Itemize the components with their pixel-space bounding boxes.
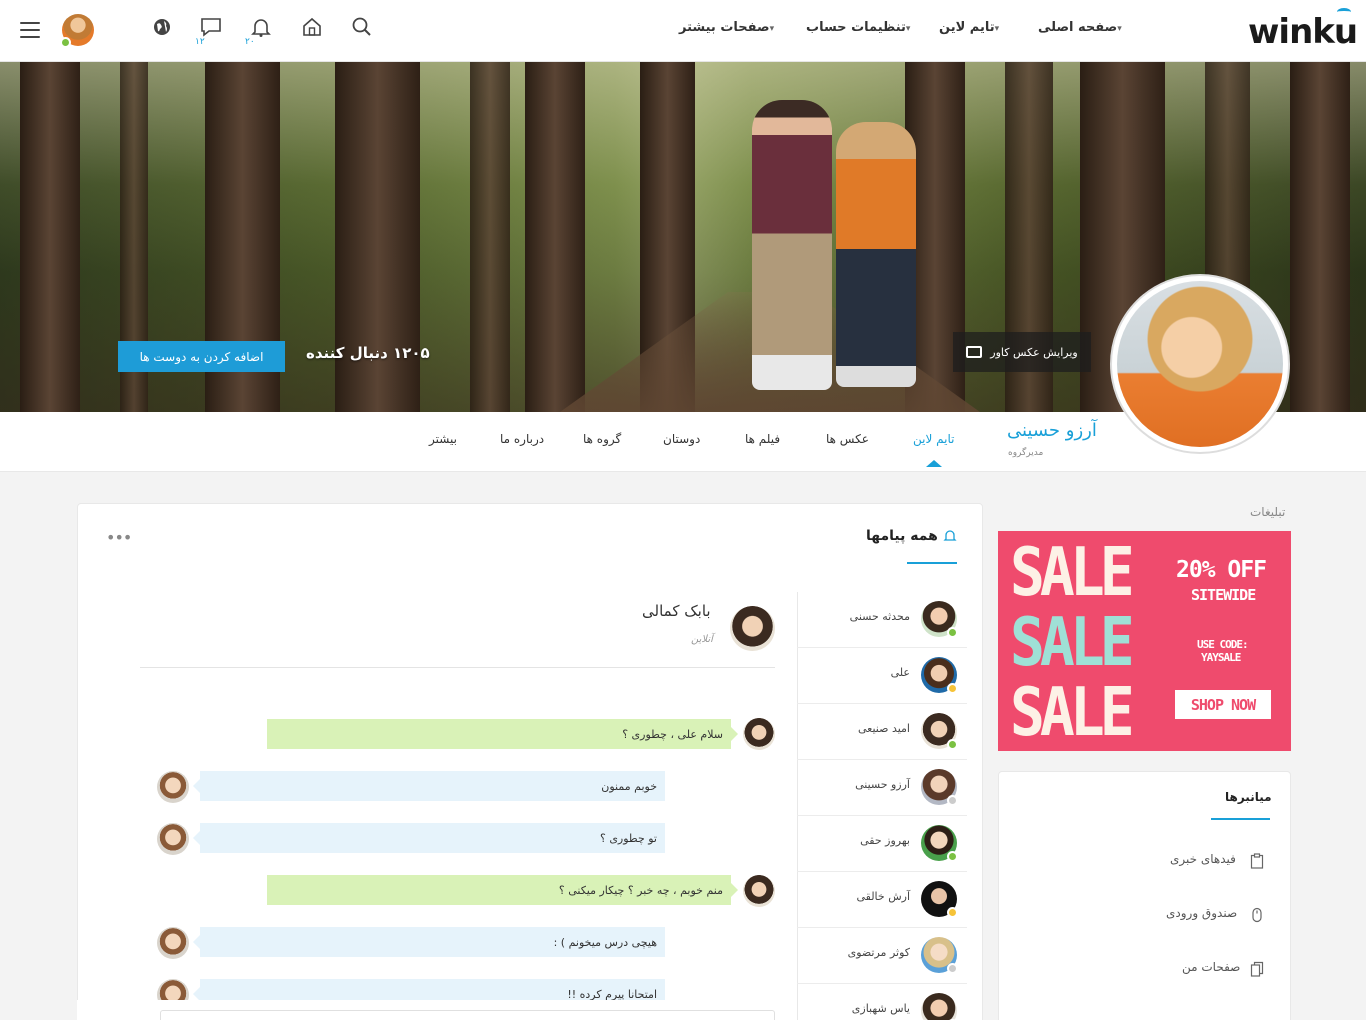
tab-photos[interactable]: عکس ها [826, 432, 869, 446]
message-avatar [157, 927, 189, 959]
contact-name: آرزو حسینی [855, 778, 910, 791]
chevron-down-icon: ▾ [769, 24, 775, 34]
contact-item[interactable]: آرش خالقی [797, 872, 967, 928]
status-dot [947, 627, 958, 638]
chat-partner-avatar [730, 606, 775, 651]
menu-home[interactable]: ▾صفحه اصلی [1038, 20, 1128, 35]
menu-more-pages[interactable]: ▾صفحات بیشتر [679, 20, 780, 35]
message-bubble-received: خوبم ممنون [193, 771, 665, 801]
notifications-badge: ۲۰ [245, 37, 255, 47]
contact-item[interactable]: امید صنیعی [797, 704, 967, 760]
message-avatar [743, 718, 775, 750]
contact-name: امید صنیعی [858, 722, 910, 735]
add-friend-button[interactable]: اضافه کردن به دوست ها [118, 341, 285, 372]
bell-icon[interactable] [250, 16, 272, 38]
ad-sitewide: SITEWIDE [1191, 586, 1256, 604]
shortcut-my-pages[interactable]: صفحات من [1182, 960, 1240, 974]
contact-item[interactable]: بهروز حقی [797, 816, 967, 872]
camera-icon [966, 346, 983, 358]
message-bubble-sent: منم خوبم ، چه خبر ؟ چیکار میکنی ؟ [267, 875, 738, 905]
contact-name: آرش خالقی [856, 890, 910, 903]
profile-role: مدیرگروه [1008, 448, 1044, 458]
shortcut-inbox[interactable]: صندوق ورودی [1166, 906, 1237, 920]
followers-count: ۱۲۰۵ دنبال کننده [306, 344, 430, 362]
chat-partner-status: آنلاین [691, 634, 713, 645]
sale-text: SALE [1010, 533, 1135, 612]
title-underline [907, 562, 957, 564]
contact-item[interactable]: آرزو حسینی [797, 760, 967, 816]
messages-title: همه پیامها [866, 528, 938, 544]
tab-groups[interactable]: گروه ها [583, 432, 621, 446]
active-tab-indicator [926, 460, 942, 467]
status-dot [947, 963, 958, 974]
globe-icon[interactable] [151, 16, 173, 38]
divider [140, 667, 775, 668]
home-icon[interactable] [301, 16, 323, 38]
status-dot [947, 683, 958, 694]
message-bubble-received: تو چطوری ؟ [193, 823, 665, 853]
shortcuts-title: میانبرها [1225, 790, 1272, 804]
contact-item[interactable]: محدثه حسنی [797, 592, 967, 648]
ad-code: YAYSALE [1201, 651, 1241, 664]
message-avatar [157, 823, 189, 855]
ad-discount: 20% OFF [1176, 557, 1267, 583]
sale-text: SALE [1010, 603, 1135, 682]
chevron-down-icon: ▾ [1117, 24, 1122, 34]
bell-icon [943, 530, 957, 541]
chevron-down-icon: ▾ [994, 24, 1000, 34]
sale-text: SALE [1010, 673, 1135, 751]
status-dot [947, 907, 958, 918]
messages-badge: ۱۲ [195, 37, 205, 47]
contact-name: علی [890, 666, 910, 679]
user-avatar[interactable] [60, 14, 94, 48]
contact-name: بهروز حقی [860, 834, 910, 847]
shortcut-news-feed[interactable]: فیدهای خبری [1170, 852, 1236, 866]
menu-icon[interactable] [20, 22, 40, 38]
online-status-dot [60, 37, 71, 48]
profile-name: آرزو حسینی [1007, 420, 1097, 441]
tab-more[interactable]: بیشتر [429, 432, 457, 446]
edit-cover-button[interactable]: ویرایش عکس کاور [953, 332, 1091, 372]
status-dot [947, 851, 958, 862]
search-icon[interactable] [351, 16, 373, 38]
tab-about[interactable]: درباره ما [500, 432, 544, 446]
message-bubble-received: هیچی درس میخونم ) : [193, 927, 665, 957]
message-input[interactable] [160, 1010, 775, 1020]
status-dot [947, 795, 958, 806]
message-avatar [743, 875, 775, 907]
logo[interactable]: winku [1248, 8, 1358, 52]
chevron-down-icon: ▾ [905, 24, 911, 34]
shop-now-button[interactable]: SHOP NOW [1175, 690, 1271, 719]
tab-friends[interactable]: دوستان [663, 432, 700, 446]
ad-code-label: USE CODE: [1197, 638, 1249, 651]
clipboard-icon [1250, 853, 1264, 869]
mouse-icon [1252, 907, 1262, 923]
ads-label: تبلیغات [1250, 505, 1286, 519]
more-options-icon[interactable]: ••• [106, 528, 132, 547]
contact-item[interactable]: علی [797, 648, 967, 704]
contact-avatar [921, 993, 957, 1020]
menu-account-settings[interactable]: ▾تنظیمات حساب [806, 20, 916, 35]
chat-icon[interactable] [200, 16, 222, 38]
contact-name: یاس شهبازی [851, 1002, 910, 1015]
shortcuts-card [998, 771, 1291, 1020]
contact-item[interactable]: کوثر مرتضوی [797, 928, 967, 984]
files-icon [1250, 961, 1264, 977]
menu-timeline[interactable]: ▾تایم لاین [939, 20, 1005, 35]
status-dot [947, 739, 958, 750]
contact-name: کوثر مرتضوی [847, 946, 910, 959]
profile-picture[interactable] [1110, 274, 1290, 454]
top-navbar: winku ▾صفحه اصلی ▾تایم لاین ▾تنظیمات حسا… [0, 0, 1366, 62]
chat-partner-name: بابک کمالی [642, 602, 711, 620]
message-avatar [157, 771, 189, 803]
contact-item[interactable]: یاس شهبازی [797, 984, 967, 1020]
tab-videos[interactable]: فیلم ها [745, 432, 780, 446]
contact-name: محدثه حسنی [849, 610, 910, 623]
title-underline [1211, 818, 1270, 820]
message-bubble-sent: سلام علی ، چطوری ؟ [267, 719, 738, 749]
tab-timeline[interactable]: تایم لاین [913, 432, 954, 446]
